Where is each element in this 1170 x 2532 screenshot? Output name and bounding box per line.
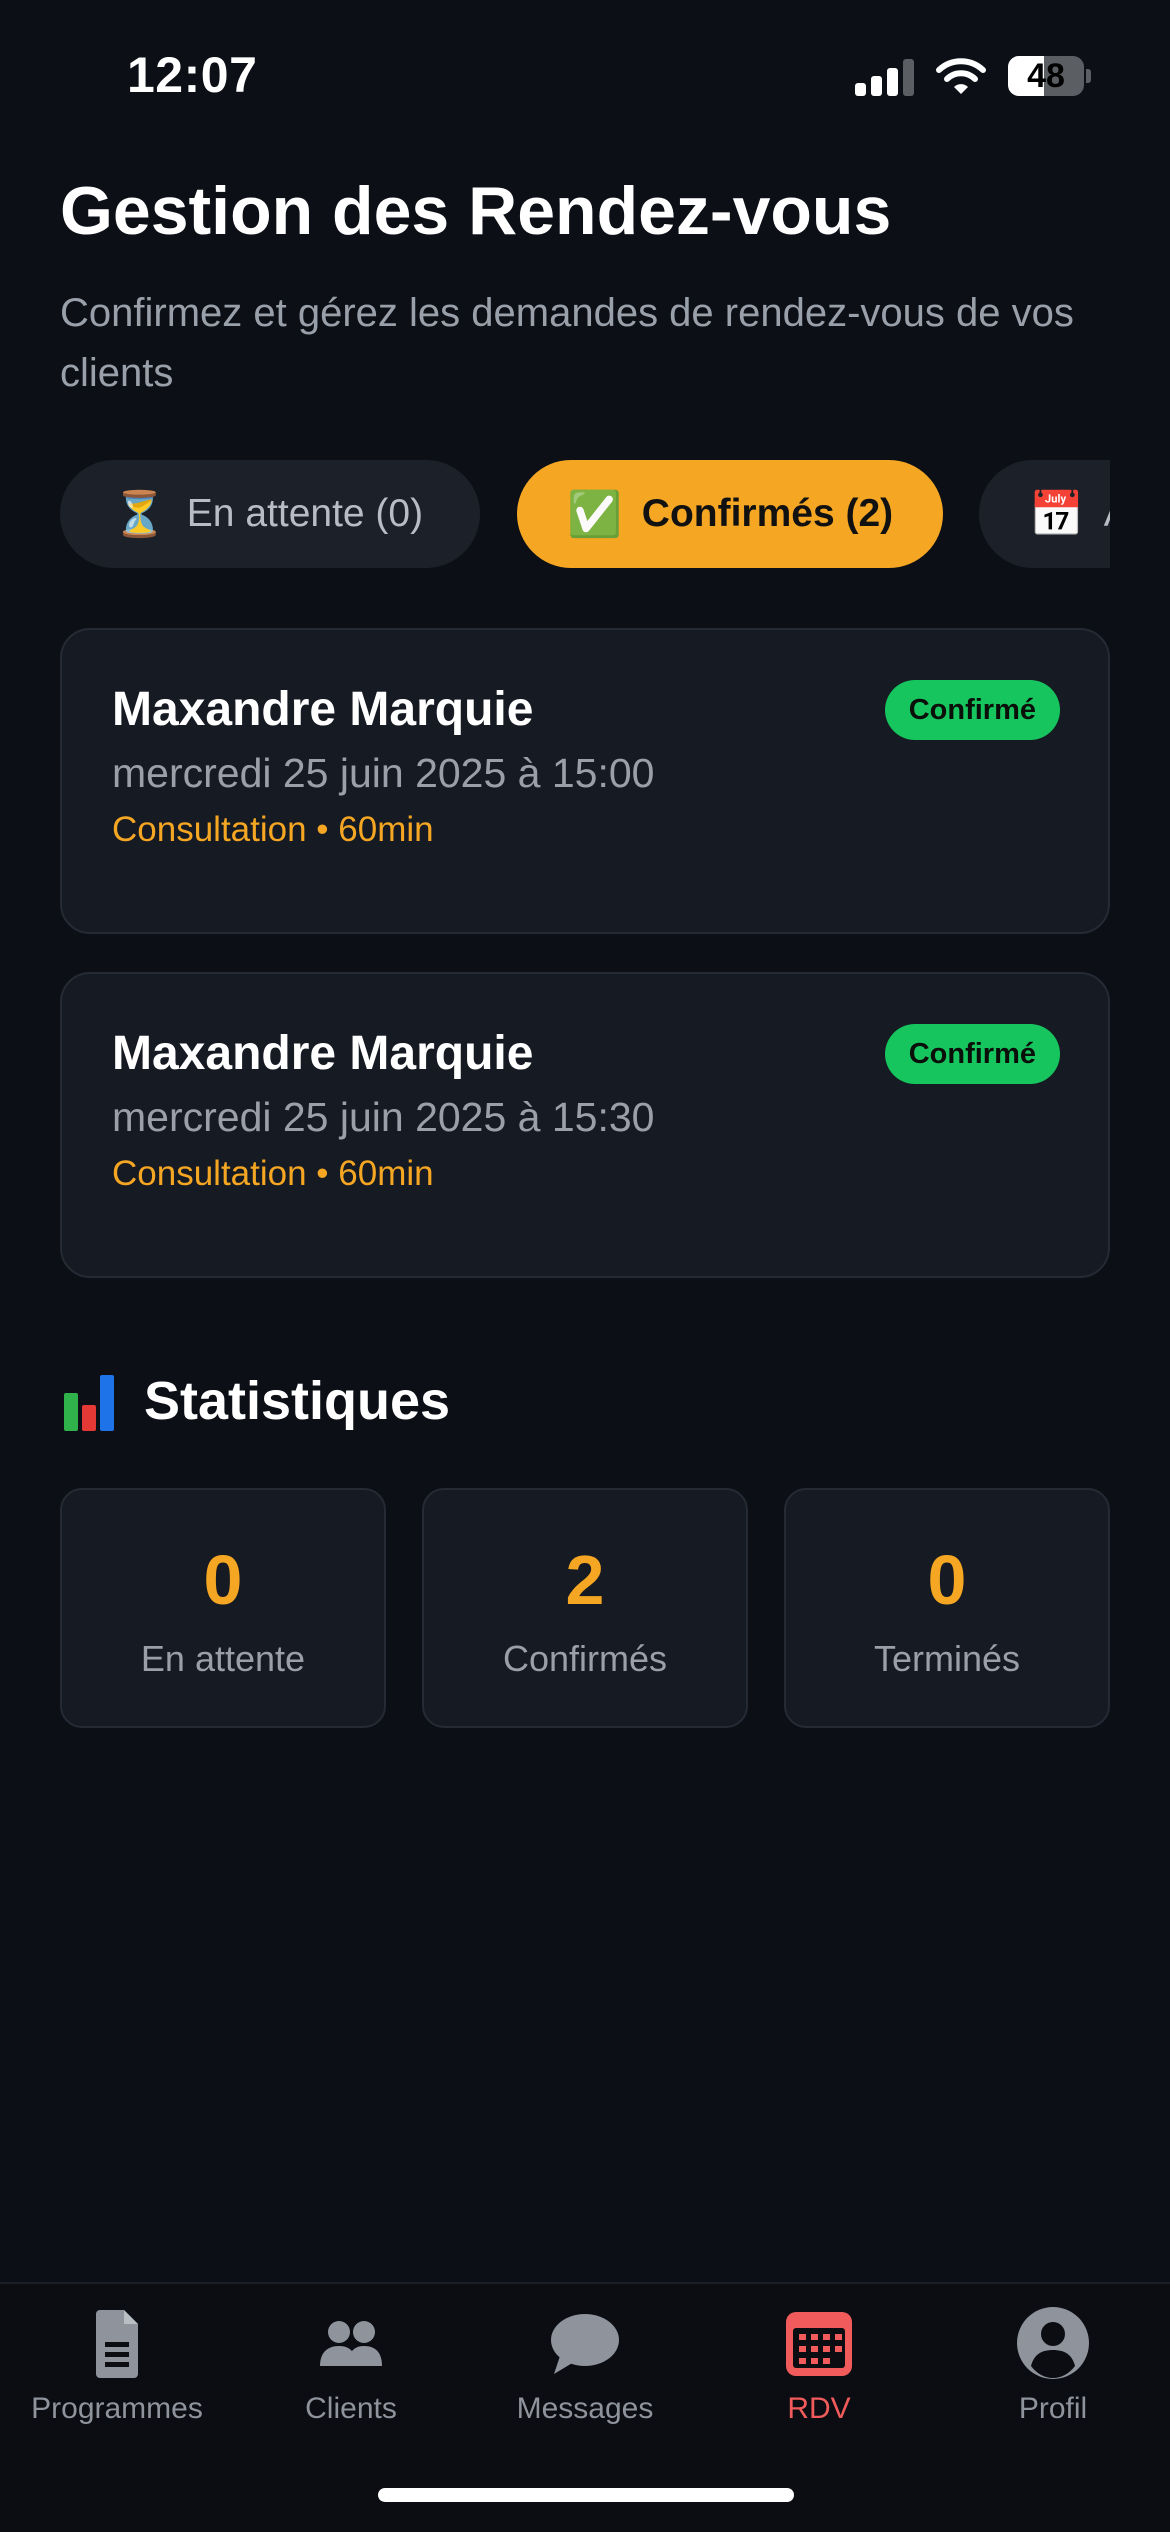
status-time: 12:07	[127, 47, 258, 103]
status-bar: 12:07 48	[0, 0, 1170, 150]
nav-label: Messages	[516, 2392, 654, 2425]
tab-pending[interactable]: ⏳ En attente (0)	[60, 460, 480, 568]
stat-label: En attente	[140, 1638, 306, 1679]
nav-label: Clients	[305, 2392, 397, 2425]
stat-value: 0	[927, 1541, 967, 1619]
chat-bubble-icon	[551, 2314, 619, 2374]
stat-label: Terminés	[873, 1638, 1021, 1679]
appointment-datetime: mercredi 25 juin 2025 à 15:30	[112, 1094, 655, 1140]
document-icon	[96, 2310, 138, 2378]
stats-heading: Statistiques	[62, 1370, 450, 1432]
stats-title: Statistiques	[144, 1371, 451, 1431]
stat-value: 0	[203, 1541, 243, 1619]
user-circle-icon	[1017, 2307, 1089, 2379]
stat-card-confirmed: 2 Confirmés	[422, 1488, 748, 1728]
page-title: Gestion des Rendez-vous	[60, 173, 892, 249]
stat-value: 2	[565, 1541, 605, 1619]
nav-item-profil[interactable]: Profil	[936, 2304, 1170, 2426]
tab-calendar[interactable]: 📅 A	[979, 460, 1110, 568]
nav-label: RDV	[787, 2392, 851, 2425]
stat-card-pending: 0 En attente	[60, 1488, 386, 1728]
bar-chart-icon	[62, 1371, 118, 1431]
stat-label: Confirmés	[502, 1638, 668, 1679]
check-mark-icon: ✅	[567, 490, 622, 539]
page-subtitle: Confirmez et gérez les demandes de rende…	[60, 291, 1074, 395]
tab-label: A	[1104, 492, 1110, 536]
tab-label: En attente (0)	[186, 492, 424, 535]
stat-card-completed: 0 Terminés	[784, 1488, 1110, 1728]
appointment-card[interactable]: Maxandre Marquie Confirmé mercredi 25 ju…	[60, 972, 1110, 1278]
nav-item-rdv[interactable]: RDV	[702, 2304, 936, 2426]
hourglass-icon: ⏳	[112, 490, 167, 539]
nav-item-programmes[interactable]: Programmes	[0, 2304, 234, 2426]
appointment-datetime: mercredi 25 juin 2025 à 15:00	[112, 750, 655, 796]
status-badge: Confirmé	[884, 1024, 1060, 1084]
client-name: Maxandre Marquie	[112, 683, 534, 736]
status-badge: Confirmé	[884, 680, 1060, 740]
battery-level: 48	[1027, 57, 1065, 95]
appointment-card[interactable]: Maxandre Marquie Confirmé mercredi 25 ju…	[60, 628, 1110, 934]
battery-icon: 48	[1008, 56, 1091, 96]
nav-item-messages[interactable]: Messages	[468, 2304, 702, 2426]
appointment-details: Consultation • 60min	[112, 1154, 434, 1193]
client-name: Maxandre Marquie	[112, 1027, 534, 1080]
tab-label: Confirmés (2)	[641, 492, 894, 535]
appointment-details: Consultation • 60min	[112, 810, 434, 849]
home-indicator[interactable]	[378, 2488, 794, 2502]
wifi-icon	[936, 58, 986, 94]
signal-icon	[855, 58, 915, 96]
nav-item-clients[interactable]: Clients	[234, 2304, 468, 2426]
calendar-icon	[786, 2312, 852, 2376]
nav-label: Programmes	[31, 2392, 203, 2425]
tab-confirmed[interactable]: ✅ Confirmés (2)	[517, 460, 943, 568]
filter-tabs: ⏳ En attente (0) ✅ Confirmés (2) 📅 A	[60, 460, 1110, 570]
calendar-icon: 📅	[1029, 490, 1084, 539]
users-icon	[320, 2321, 382, 2366]
nav-label: Profil	[1018, 2392, 1088, 2425]
